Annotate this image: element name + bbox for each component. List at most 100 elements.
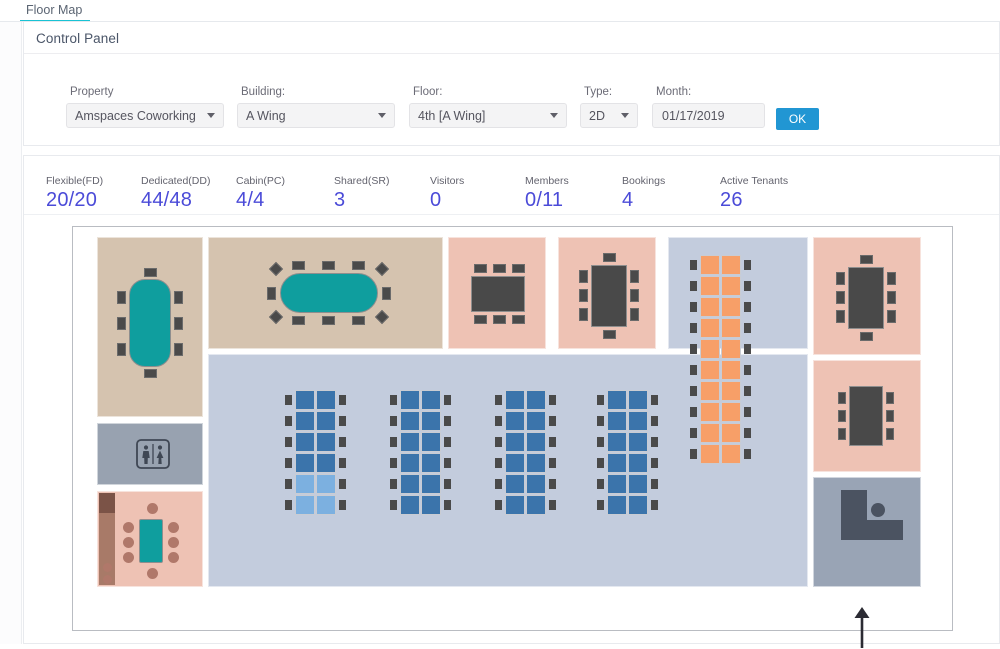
chair-icon bbox=[744, 407, 751, 417]
chair-icon bbox=[474, 315, 487, 324]
chair-icon bbox=[860, 332, 873, 341]
desk-seat[interactable] bbox=[400, 453, 420, 473]
desk-seat[interactable] bbox=[526, 411, 546, 431]
chair-icon bbox=[117, 317, 126, 330]
desk-seat[interactable] bbox=[721, 276, 741, 296]
desk-seat[interactable] bbox=[505, 390, 525, 410]
desk-seat[interactable] bbox=[400, 495, 420, 515]
desk-seat[interactable] bbox=[607, 411, 627, 431]
desk-seat[interactable] bbox=[316, 432, 336, 452]
field-floor: Floor: 4th [A Wing] bbox=[409, 86, 567, 128]
desk-seat[interactable] bbox=[700, 360, 720, 380]
floor-select[interactable]: 4th [A Wing] bbox=[409, 103, 567, 128]
chair-icon bbox=[285, 395, 292, 405]
stat-label: Shared(SR) bbox=[334, 175, 390, 187]
desk-seat[interactable] bbox=[421, 495, 441, 515]
cabin-table-4[interactable] bbox=[849, 386, 883, 446]
desk-seat[interactable] bbox=[295, 453, 315, 473]
desk-seat[interactable] bbox=[721, 444, 741, 464]
desk-seat[interactable] bbox=[421, 453, 441, 473]
desk-seat[interactable] bbox=[526, 432, 546, 452]
desk-seat[interactable] bbox=[700, 297, 720, 317]
desk-seat[interactable] bbox=[721, 297, 741, 317]
desk-seat[interactable] bbox=[421, 411, 441, 431]
chair-icon bbox=[597, 437, 604, 447]
floor-map-canvas[interactable] bbox=[72, 226, 953, 631]
desk-seat[interactable] bbox=[721, 402, 741, 422]
desk-seat[interactable] bbox=[700, 318, 720, 338]
cabin-table-1[interactable] bbox=[471, 276, 525, 312]
cabin-table-3[interactable] bbox=[848, 267, 884, 329]
meeting-table-teal-small[interactable] bbox=[139, 519, 163, 563]
desk-seat[interactable] bbox=[628, 453, 648, 473]
desk-seat[interactable] bbox=[526, 453, 546, 473]
desk-seat[interactable] bbox=[295, 390, 315, 410]
desk-seat[interactable] bbox=[505, 432, 525, 452]
desk-seat[interactable] bbox=[295, 474, 315, 494]
building-label: Building: bbox=[241, 86, 286, 98]
desk-seat[interactable] bbox=[400, 390, 420, 410]
control-panel: Control Panel Property Amspaces Coworking… bbox=[23, 22, 1000, 146]
desk-seat[interactable] bbox=[628, 411, 648, 431]
desk-seat[interactable] bbox=[628, 495, 648, 515]
desk-seat[interactable] bbox=[607, 390, 627, 410]
desk-seat[interactable] bbox=[316, 474, 336, 494]
desk-seat[interactable] bbox=[400, 432, 420, 452]
desk-seat[interactable] bbox=[721, 339, 741, 359]
desk-seat[interactable] bbox=[628, 390, 648, 410]
chair-icon bbox=[285, 437, 292, 447]
desk-seat[interactable] bbox=[721, 360, 741, 380]
building-select[interactable]: A Wing bbox=[237, 103, 395, 128]
desk-seat[interactable] bbox=[400, 411, 420, 431]
desk-seat[interactable] bbox=[700, 402, 720, 422]
chair-icon bbox=[444, 395, 451, 405]
desk-seat[interactable] bbox=[700, 381, 720, 401]
desk-seat[interactable] bbox=[607, 453, 627, 473]
desk-seat[interactable] bbox=[316, 453, 336, 473]
desk-seat[interactable] bbox=[607, 432, 627, 452]
desk-seat[interactable] bbox=[421, 390, 441, 410]
desk-seat[interactable] bbox=[505, 411, 525, 431]
desk-seat[interactable] bbox=[400, 474, 420, 494]
desk-seat[interactable] bbox=[505, 453, 525, 473]
desk-seat[interactable] bbox=[316, 495, 336, 515]
month-input[interactable]: 01/17/2019 bbox=[652, 103, 765, 128]
desk-seat[interactable] bbox=[700, 423, 720, 443]
desk-seat[interactable] bbox=[505, 495, 525, 515]
chair-icon bbox=[352, 261, 365, 270]
desk-seat[interactable] bbox=[316, 411, 336, 431]
tab-floor-map[interactable]: Floor Map bbox=[20, 0, 91, 22]
boardroom-table-teal[interactable] bbox=[280, 273, 378, 313]
desk-seat[interactable] bbox=[700, 444, 720, 464]
desk-seat[interactable] bbox=[628, 432, 648, 452]
meeting-table-teal-tall[interactable] bbox=[129, 279, 171, 367]
desk-seat[interactable] bbox=[721, 255, 741, 275]
chair-icon bbox=[690, 302, 697, 312]
desk-seat[interactable] bbox=[421, 432, 441, 452]
desk-seat[interactable] bbox=[526, 390, 546, 410]
desk-seat[interactable] bbox=[721, 423, 741, 443]
type-select[interactable]: 2D bbox=[580, 103, 638, 128]
desk-seat[interactable] bbox=[700, 276, 720, 296]
stat-label: Flexible(FD) bbox=[46, 175, 104, 187]
desk-seat[interactable] bbox=[295, 495, 315, 515]
desk-seat[interactable] bbox=[700, 255, 720, 275]
desk-seat[interactable] bbox=[607, 474, 627, 494]
cabin-table-2[interactable] bbox=[591, 265, 627, 327]
desk-seat[interactable] bbox=[505, 474, 525, 494]
field-building: Building: A Wing bbox=[237, 86, 395, 128]
desk-seat[interactable] bbox=[721, 318, 741, 338]
ok-button[interactable]: OK bbox=[776, 108, 819, 130]
desk-seat[interactable] bbox=[295, 411, 315, 431]
desk-seat[interactable] bbox=[526, 495, 546, 515]
desk-seat[interactable] bbox=[607, 495, 627, 515]
chair-icon bbox=[744, 365, 751, 375]
desk-seat[interactable] bbox=[700, 339, 720, 359]
desk-seat[interactable] bbox=[628, 474, 648, 494]
desk-seat[interactable] bbox=[421, 474, 441, 494]
desk-seat[interactable] bbox=[526, 474, 546, 494]
desk-seat[interactable] bbox=[316, 390, 336, 410]
desk-seat[interactable] bbox=[721, 381, 741, 401]
desk-seat[interactable] bbox=[295, 432, 315, 452]
property-select[interactable]: Amspaces Coworking bbox=[66, 103, 224, 128]
